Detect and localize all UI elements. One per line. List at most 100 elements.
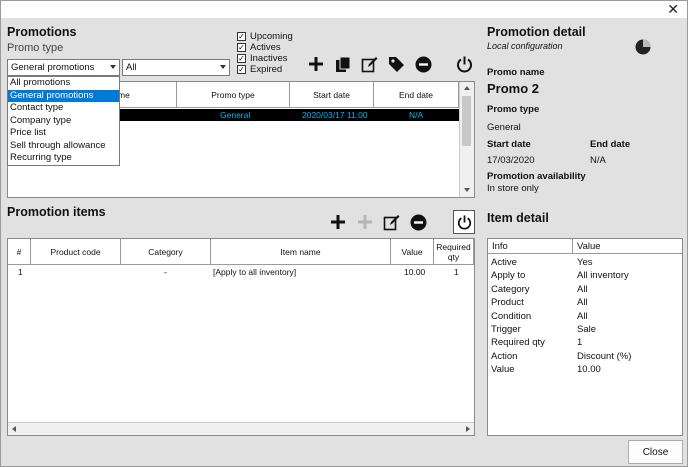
promotion-detail-subtitle: Local configuration [487,41,563,51]
promo-type-combo-value: General promotions [11,62,95,73]
edit-icon[interactable] [360,55,378,73]
loading-indicator-icon [634,38,652,56]
checkbox-checked-icon[interactable]: ✓ [237,43,246,52]
row-value: 10.00 [404,267,426,277]
col-header-detail-value[interactable]: Value [573,239,682,254]
close-button[interactable]: Close [628,440,683,464]
power-icon[interactable] [453,210,475,234]
promo-type-label: Promo type [7,42,64,54]
filter-expired[interactable]: ✓ Expired [237,64,282,75]
row-num: 1 [18,267,23,277]
filter-actives[interactable]: ✓ Actives [237,42,281,53]
col-header-info[interactable]: Info [488,239,573,254]
promotions-title: Promotions [7,25,77,39]
row-item-name: [Apply to all inventory] [213,267,297,277]
filter-actives-label: Actives [250,42,281,53]
col-header-required-qty-line2: qty [447,251,460,262]
availability-value: In store only [487,183,539,194]
promo-name-value: Promo 2 [487,81,540,96]
promotion-detail-title: Promotion detail [487,25,586,39]
detail-promo-type-value: General [487,122,521,133]
row-promo-type: General [220,110,251,120]
items-horizontal-scrollbar[interactable] [8,422,474,435]
list-item: Category All [488,284,682,297]
promo-type-dropdown-list: All promotions General promotions Contac… [7,76,120,166]
info-value: All inventory [577,270,629,282]
end-date-value: N/A [590,155,606,166]
remove-icon[interactable] [414,55,432,73]
list-item: Required qty 1 [488,337,682,350]
scroll-down-icon[interactable] [464,188,470,192]
promo-type-combo[interactable]: General promotions [7,59,120,76]
col-header-category[interactable]: Category [121,239,211,265]
window-close-icon[interactable]: ✕ [667,2,679,16]
dropdown-option-company-type[interactable]: Company type [8,115,119,128]
info-key: Active [491,257,517,268]
info-value: Yes [577,257,593,268]
add-disabled-icon [356,213,374,231]
tag-icon[interactable] [387,55,405,73]
scroll-right-icon[interactable] [466,426,470,432]
col-header-num[interactable]: # [8,239,31,265]
info-key: Action [491,350,518,362]
power-icon[interactable] [455,55,473,73]
dropdown-option-contact-type[interactable]: Contact type [8,102,119,115]
add-icon[interactable] [329,213,347,231]
scroll-up-icon[interactable] [464,86,470,90]
filter-upcoming[interactable]: ✓ Upcoming [237,31,293,42]
scroll-left-icon[interactable] [12,426,16,432]
scroll-thumb[interactable] [462,96,471,146]
row-category: - [164,267,167,277]
end-date-label: End date [590,139,631,150]
info-key: Apply to [491,270,526,282]
filter-inactives[interactable]: ✓ Inactives [237,53,288,64]
col-header-product-code[interactable]: Product code [31,239,121,265]
chevron-down-icon [220,65,226,69]
info-key: Trigger [491,324,521,335]
list-item: Active Yes [488,257,682,270]
remove-icon[interactable] [409,213,427,231]
filter-inactives-label: Inactives [250,53,288,64]
col-header-start-date[interactable]: Start date [290,82,374,108]
list-item: Trigger Sale [488,324,682,337]
info-value: All [577,297,588,309]
add-icon[interactable] [307,55,325,73]
info-value: Discount (%) [577,350,632,362]
list-item: Product All [488,297,682,310]
status-combo[interactable]: All [122,59,230,76]
table-row[interactable]: 1 - [Apply to all inventory] 10.00 1 [8,266,474,278]
info-value: All [577,310,588,322]
info-key: Category [491,283,530,295]
checkbox-checked-icon[interactable]: ✓ [237,65,246,74]
edit-icon[interactable] [382,213,400,231]
checkbox-checked-icon[interactable]: ✓ [237,54,246,63]
col-header-required-qty[interactable]: Required qty [434,239,474,265]
info-key: Value [491,364,515,376]
promotions-vertical-scrollbar[interactable] [459,82,474,197]
col-header-required-qty-line1: Required [436,241,471,252]
row-start-date: 2020/03/17 11:00 [302,110,368,120]
col-header-promo-type[interactable]: Promo type [177,82,290,108]
start-date-value: 17/03/2020 [487,155,535,166]
col-header-value[interactable]: Value [391,239,434,265]
row-required-qty: 1 [454,267,459,277]
dropdown-option-general-promotions[interactable]: General promotions [8,89,119,102]
info-value: Sale [577,324,597,335]
checkbox-checked-icon[interactable]: ✓ [237,32,246,41]
col-header-item-name[interactable]: Item name [211,239,391,265]
dropdown-option-sell-through-allowance[interactable]: Sell through allowance [8,140,119,153]
promotion-items-grid: # Product code Category Item name Value … [7,238,475,436]
detail-promo-type-label: Promo type [487,104,540,115]
col-header-end-date[interactable]: End date [374,82,459,108]
dropdown-option-price-list[interactable]: Price list [8,127,119,140]
dropdown-option-all-promotions[interactable]: All promotions [8,77,119,90]
filter-expired-label: Expired [250,64,283,75]
copy-icon[interactable] [334,55,352,73]
list-item: Value 10.00 [488,364,682,377]
info-key: Required qty [491,337,545,349]
promotion-items-title: Promotion items [7,205,106,219]
item-detail-grid: Info Value Active Yes Apply to All inven… [487,238,683,436]
dropdown-option-recurring-type[interactable]: Recurring type [8,152,119,165]
info-key: Condition [491,310,532,322]
info-key: Product [491,297,524,309]
